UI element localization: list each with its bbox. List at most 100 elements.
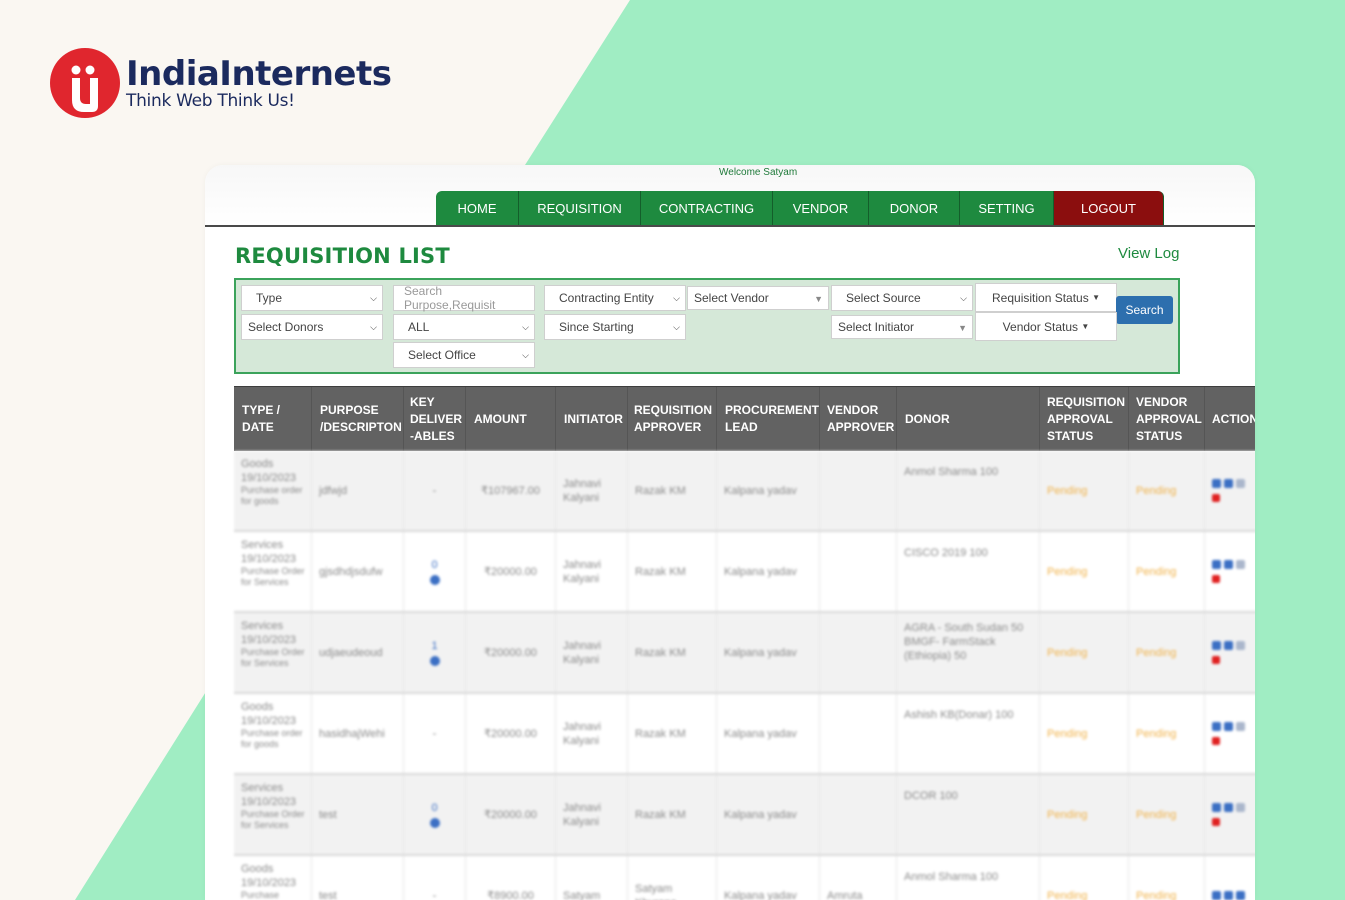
deliverables-count[interactable]: 0 — [431, 801, 437, 815]
col-vendor-status[interactable]: VENDOR APPROVAL STATUS — [1129, 387, 1205, 451]
nav-donor[interactable]: DONOR — [869, 191, 960, 225]
nav-home[interactable]: HOME — [436, 191, 519, 225]
donor-cell: AGRA - South Sudan 50 BMGF- FarmStack (E… — [897, 613, 1040, 692]
delete-icon[interactable] — [1212, 818, 1220, 826]
edit-icon[interactable] — [1224, 722, 1233, 731]
brand-logo-icon — [50, 48, 120, 118]
nav-requisition[interactable]: REQUISITION — [519, 191, 641, 225]
deliverables-count[interactable]: 0 — [431, 558, 437, 572]
amount-cell: ₹20000.00 — [466, 613, 556, 692]
delete-icon[interactable] — [1212, 656, 1220, 664]
view-icon[interactable] — [1212, 891, 1221, 900]
requisition-status-label: Requisition Status — [992, 290, 1089, 305]
col-action[interactable]: ACTION — [1205, 387, 1255, 451]
table-row[interactable]: Goods 19/10/2023 Purchase order for good… — [234, 694, 1255, 775]
donor-cell: DCOR 100 — [897, 775, 1040, 854]
delete-icon[interactable] — [1212, 575, 1220, 583]
col-amount[interactable]: AMOUNT — [466, 387, 556, 451]
lead-cell: Kalpana yadav — [717, 532, 820, 611]
action-cell — [1205, 694, 1255, 773]
lead-cell: Kalpana yadav — [717, 856, 820, 900]
nav-vendor[interactable]: VENDOR — [773, 191, 869, 225]
initiator-select[interactable]: Select Initiator ▼ — [831, 315, 973, 339]
deliverables-cell: - — [404, 694, 466, 773]
type-text: Goods — [241, 458, 274, 470]
search-button[interactable]: Search — [1116, 296, 1173, 324]
chevron-down-icon: ⌵ — [673, 322, 680, 332]
delete-icon[interactable] — [1212, 494, 1220, 502]
nav-contracting[interactable]: CONTRACTING — [641, 191, 773, 225]
view-log-link[interactable]: View Log — [1118, 245, 1179, 262]
view-icon[interactable] — [1212, 722, 1221, 731]
view-icon[interactable] — [1212, 479, 1221, 488]
amount-cell: ₹20000.00 — [466, 775, 556, 854]
add-icon[interactable] — [429, 656, 440, 666]
col-purpose[interactable]: PURPOSE /DESCRIPTON — [312, 387, 404, 451]
note-text: Purchase — [241, 890, 280, 900]
search-input[interactable]: Search Purpose,Requisit — [393, 284, 535, 312]
donor-cell: CISCO 2019 100 — [897, 532, 1040, 611]
print-icon[interactable] — [1236, 479, 1245, 488]
add-icon[interactable] — [429, 818, 440, 828]
approver-cell: Razak KM — [628, 775, 717, 854]
add-icon[interactable] — [429, 575, 440, 585]
filter-panel: Type ⌵ Search Purpose,Requisit Contractin… — [234, 278, 1180, 374]
col-vendor-approver[interactable]: VENDOR APPROVER — [820, 387, 897, 451]
office-select-label: Select Office — [408, 348, 476, 362]
table-row[interactable]: Goods 19/10/2023 Purchase order for good… — [234, 451, 1255, 532]
donors-select[interactable]: Select Donors ⌵ — [241, 314, 383, 340]
app-topbar: Welcome Satyam HOME REQUISITION CONTRACT… — [205, 165, 1255, 227]
delete-icon[interactable] — [1212, 737, 1220, 745]
print-icon[interactable] — [1236, 722, 1245, 731]
approver-cell: Satyam Khurana — [628, 856, 717, 900]
vendor-select[interactable]: Select Vendor ▼ — [687, 286, 829, 310]
contracting-entity-select[interactable]: Contracting Entity ⌵ — [544, 285, 686, 311]
view-icon[interactable] — [1212, 560, 1221, 569]
edit-icon[interactable] — [1224, 641, 1233, 650]
col-procurement-lead[interactable]: PROCUREMENT LEAD — [717, 387, 820, 451]
deliverables-cell: 0 — [404, 532, 466, 611]
edit-icon[interactable] — [1224, 479, 1233, 488]
initiator-cell: Jahnavi Kalyani — [556, 532, 628, 611]
deliverables-count[interactable]: 1 — [431, 639, 437, 653]
col-deliverables[interactable]: KEY DELIVER -ABLES — [404, 387, 466, 451]
view-icon[interactable] — [1212, 803, 1221, 812]
initiator-cell: Jahnavi Kalyani — [556, 694, 628, 773]
print-icon[interactable] — [1236, 803, 1245, 812]
purpose-cell: test — [312, 775, 404, 854]
vendor-status-cell: Pending — [1129, 694, 1205, 773]
amount-cell: ₹20000.00 — [466, 532, 556, 611]
approver-cell: Razak KM — [628, 694, 717, 773]
col-initiator[interactable]: INITIATOR — [556, 387, 628, 451]
since-select[interactable]: Since Starting ⌵ — [544, 314, 686, 340]
col-type-date[interactable]: TYPE / DATE — [234, 387, 312, 451]
date-text: 19/10/2023 — [241, 796, 297, 808]
note-text: Purchase order for goods — [241, 728, 303, 749]
nav-setting[interactable]: SETTING — [960, 191, 1054, 225]
source-select[interactable]: Select Source ⌵ — [831, 285, 973, 311]
col-donor[interactable]: DONOR — [897, 387, 1040, 451]
edit-icon[interactable] — [1224, 891, 1233, 900]
table-row[interactable]: Services 19/10/2023 Purchase Order for S… — [234, 775, 1255, 856]
vendor-status-dropdown[interactable]: Vendor Status ▼ — [975, 312, 1117, 341]
chevron-down-icon: ⌵ — [960, 293, 967, 303]
vendor-status-cell: Pending — [1129, 451, 1205, 530]
requisition-status-dropdown[interactable]: Requisition Status ▼ — [975, 283, 1117, 312]
print-icon[interactable] — [1236, 641, 1245, 650]
nav-logout[interactable]: LOGOUT — [1054, 191, 1164, 225]
edit-icon[interactable] — [1224, 803, 1233, 812]
print-icon[interactable] — [1236, 560, 1245, 569]
col-req-status[interactable]: REQUISITION APPROVAL STATUS — [1040, 387, 1129, 451]
table-row[interactable]: Services 19/10/2023 Purchase Order for S… — [234, 532, 1255, 613]
col-req-approver[interactable]: REQUISITION APPROVER — [628, 387, 717, 451]
view-icon[interactable] — [1212, 641, 1221, 650]
all-select[interactable]: ALL ⌵ — [393, 314, 535, 340]
type-select[interactable]: Type ⌵ — [241, 285, 383, 311]
edit-icon[interactable] — [1224, 560, 1233, 569]
page-title: REQUISITION LIST — [235, 244, 450, 268]
chevron-down-icon: ⌵ — [370, 322, 377, 332]
office-select[interactable]: Select Office ⌵ — [393, 342, 535, 368]
table-row[interactable]: Services 19/10/2023 Purchase Order for S… — [234, 613, 1255, 694]
print-icon[interactable] — [1236, 891, 1245, 900]
table-row[interactable]: Goods 19/10/2023 Purchase test - ₹8900.0… — [234, 856, 1255, 900]
